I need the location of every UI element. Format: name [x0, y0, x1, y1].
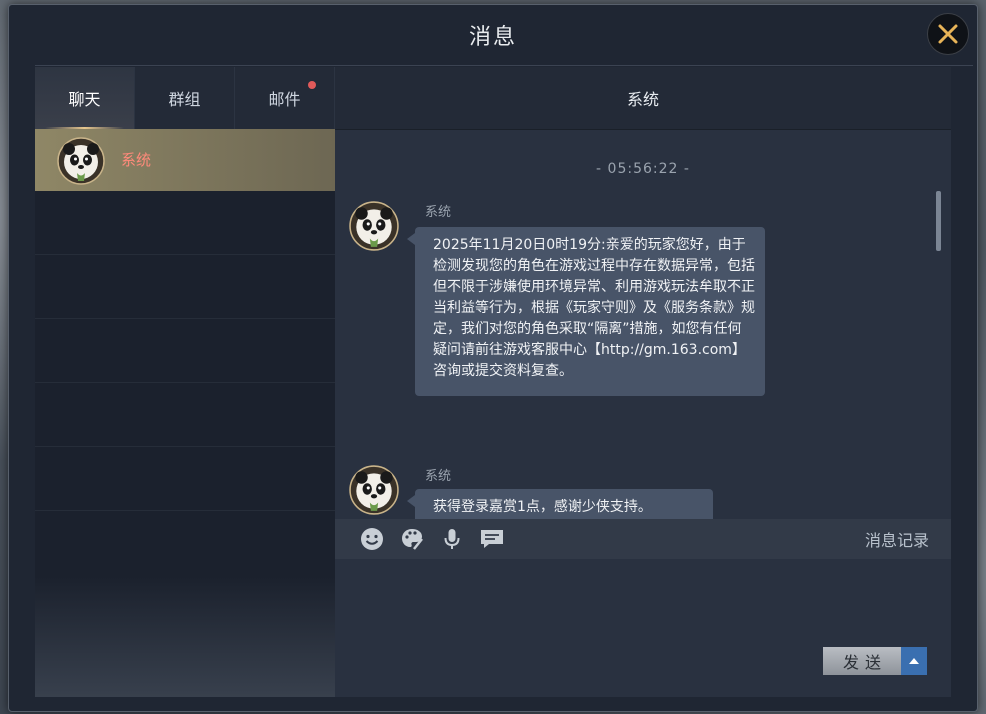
message-sender: 系统 — [425, 469, 452, 484]
unread-badge — [308, 81, 316, 89]
chat-scrollbar[interactable] — [936, 191, 941, 251]
tab-bar: 聊天 群组 邮件 — [35, 67, 335, 129]
tab-chat[interactable]: 聊天 — [35, 67, 135, 129]
chat-header: 系统 — [335, 67, 951, 130]
panda-avatar-icon — [57, 137, 105, 189]
conversation-list-panel: 聊天 群组 邮件 系统 — [35, 67, 335, 697]
tab-group[interactable]: 群组 — [135, 67, 235, 129]
quick-chat-button[interactable] — [477, 524, 507, 554]
tab-mail-label: 邮件 — [268, 90, 301, 109]
emoji-icon — [361, 528, 383, 550]
tab-mail[interactable]: 邮件 — [235, 67, 335, 129]
voice-button[interactable] — [437, 524, 467, 554]
palette-button[interactable] — [397, 524, 427, 554]
contact-name: 系统 — [121, 151, 152, 169]
microphone-icon — [444, 529, 460, 549]
panel-decoration — [35, 577, 335, 697]
message-sender: 系统 — [425, 205, 452, 220]
message-timestamp: - 05:56:22 - — [596, 161, 690, 177]
empty-list-slots — [35, 191, 335, 571]
emoji-button[interactable] — [357, 524, 387, 554]
chat-title: 系统 — [626, 90, 659, 109]
send-options-button[interactable] — [901, 647, 927, 675]
close-button[interactable] — [927, 13, 969, 55]
message-bubble: 2025年11月20日0时19分:亲爱的玩家您好，由于检测发现您的角色在游戏过程… — [407, 227, 765, 396]
close-icon — [938, 24, 958, 44]
palette-icon — [402, 529, 423, 550]
title-divider — [35, 65, 973, 66]
message-window: 消息 聊天 群组 邮件 系统 系统 - 05:56:22 - 系统 2025年1… — [8, 4, 978, 712]
message-input[interactable]: 发送 — [335, 559, 951, 697]
message-list[interactable]: - 05:56:22 - 系统 2025年11月20日0时19分:亲爱的玩家您好… — [335, 129, 951, 519]
chat-panel: 系统 - 05:56:22 - 系统 2025年11月20日0时19分:亲爱的玩… — [335, 67, 951, 697]
tab-chat-label: 聊天 — [68, 90, 101, 109]
send-button[interactable]: 发送 — [823, 647, 901, 675]
message-bubble: 获得登录嘉赏1点，感谢少侠支持。 — [407, 489, 713, 519]
input-toolbar: 消息记录 — [335, 519, 951, 559]
message-history-link[interactable]: 消息记录 — [865, 527, 929, 551]
contact-item-system[interactable]: 系统 — [35, 129, 335, 191]
tab-group-label: 群组 — [168, 90, 201, 109]
chat-bubble-icon — [481, 530, 503, 548]
panda-avatar-icon — [349, 201, 399, 255]
window-title: 消息 — [468, 25, 517, 50]
caret-up-icon — [909, 658, 919, 664]
panda-avatar-icon — [349, 465, 399, 519]
